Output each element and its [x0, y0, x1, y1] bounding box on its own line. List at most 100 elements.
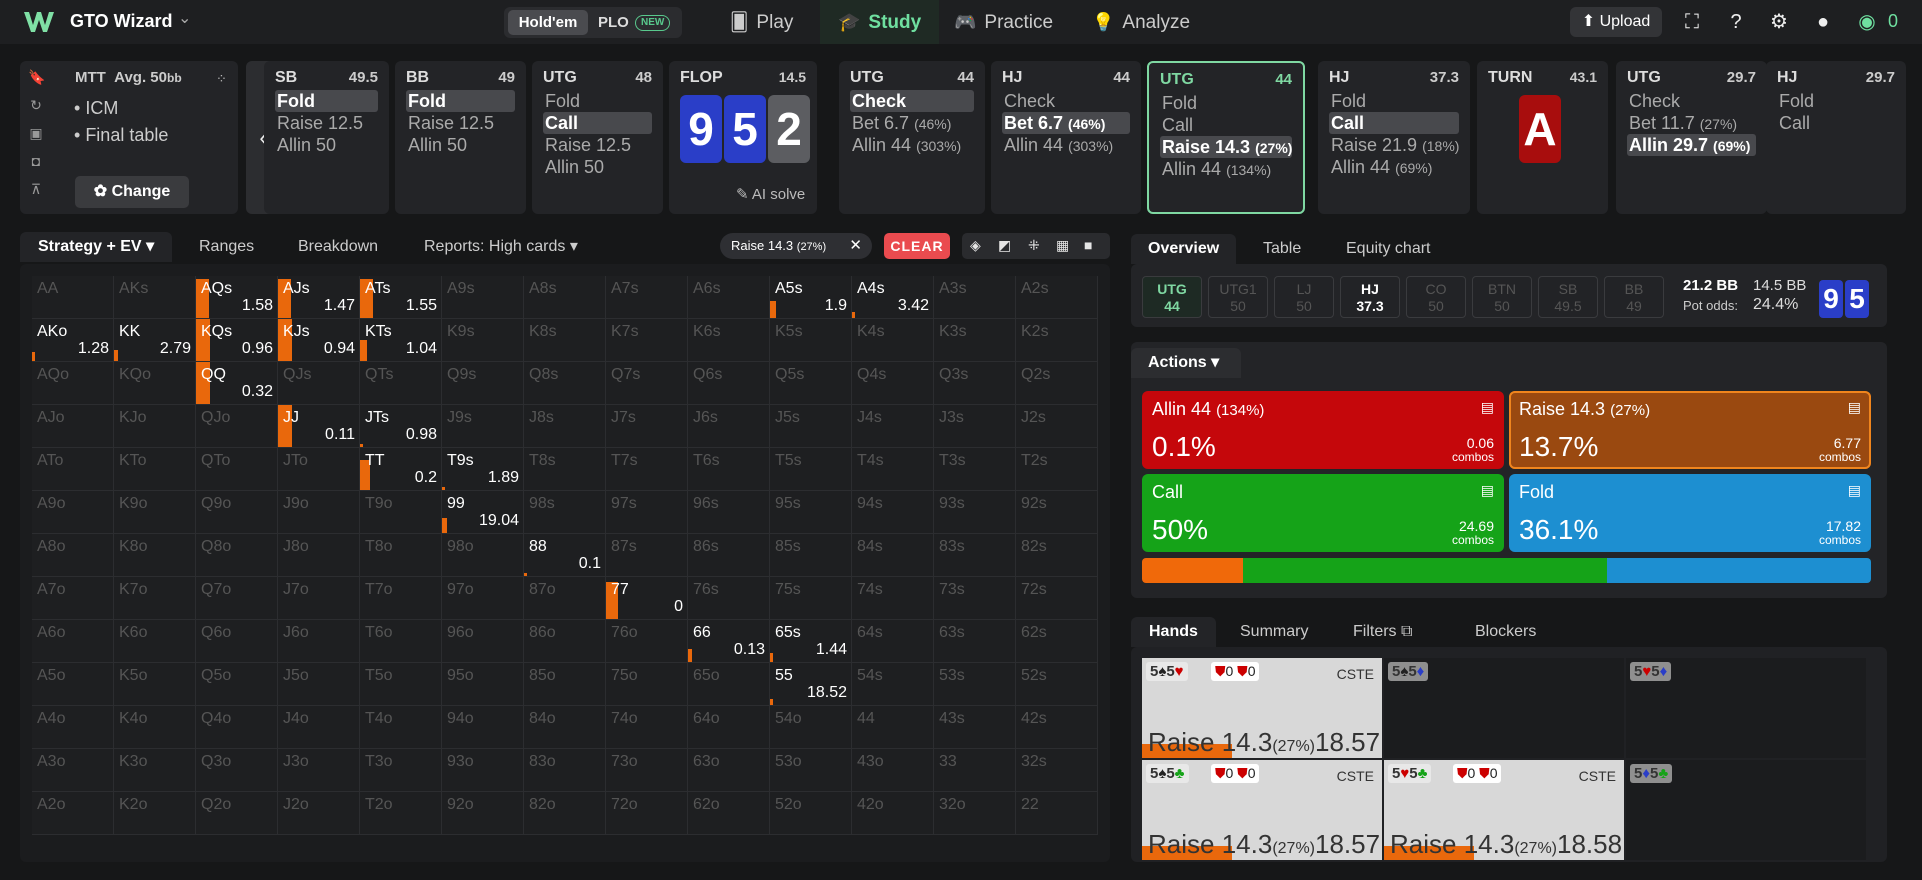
position-co[interactable]: CO 50 — [1406, 276, 1466, 318]
position-sb[interactable]: SB 49.5 — [1538, 276, 1598, 318]
hand-cell-AQs[interactable]: AQs 1.58 — [196, 276, 278, 319]
hand-cell-Q3o[interactable]: Q3o — [196, 749, 278, 792]
clear-button[interactable]: CLEAR — [884, 233, 950, 259]
hand-cell-KQs[interactable]: KQs 0.96 — [196, 319, 278, 362]
hand-cell-KJo[interactable]: KJo — [114, 405, 196, 448]
hand-cell-A4s[interactable]: A4s 3.42 — [852, 276, 934, 319]
hand-cell-53o[interactable]: 53o — [770, 749, 852, 792]
hand-cell-ATo[interactable]: ATo — [32, 448, 114, 491]
hand-cell-T3o[interactable]: T3o — [360, 749, 442, 792]
hand-cell-42s[interactable]: 42s — [1016, 706, 1098, 749]
hand-cell-K9o[interactable]: K9o — [114, 491, 196, 534]
hand-cell-QQ[interactable]: QQ 0.32 — [196, 362, 278, 405]
hand-cell-99[interactable]: 99 19.04 — [442, 491, 524, 534]
action-node-2[interactable]: UTG 48 Fold Call Raise 12.5 Allin 50 — [532, 61, 663, 214]
hand-cell-42o[interactable]: 42o — [852, 792, 934, 835]
hand-cell-73o[interactable]: 73o — [606, 749, 688, 792]
hand-cell-86o[interactable]: 86o — [524, 620, 606, 663]
tab-ranges[interactable]: Ranges — [181, 232, 272, 262]
node-option[interactable]: Allin 44 (134%) — [1160, 158, 1292, 180]
history-icon[interactable]: ↻ — [28, 97, 44, 113]
hand-cell-J9s[interactable]: J9s — [442, 405, 524, 448]
nav-study[interactable]: 🎓 Study — [820, 0, 940, 44]
hand-cell-K7o[interactable]: K7o — [114, 577, 196, 620]
hand-cell-64s[interactable]: 64s — [852, 620, 934, 663]
coin-icon[interactable]: ◉ — [1854, 9, 1880, 35]
hand-cell-Q2o[interactable]: Q2o — [196, 792, 278, 835]
details-icon[interactable]: ▤ — [1848, 482, 1861, 499]
hand-cell-94o[interactable]: 94o — [442, 706, 524, 749]
hand-cell-JTs[interactable]: JTs 0.98 — [360, 405, 442, 448]
hand-cell-64o[interactable]: 64o — [688, 706, 770, 749]
hand-cell-93o[interactable]: 93o — [442, 749, 524, 792]
hand-cell-J8o[interactable]: J8o — [278, 534, 360, 577]
hand-combo-cell[interactable]: 5♥5♣ ⛊0 ⛊0 CSTE Raise 14.3(27%)18.58 — [1384, 760, 1624, 860]
action-node-5[interactable]: UTG 44 Fold Call Raise 14.3 (27%) Allin 44 (1… — [1147, 61, 1305, 214]
gear-icon[interactable]: ⚙ — [1766, 9, 1792, 35]
hand-cell-K3s[interactable]: K3s — [934, 319, 1016, 362]
hand-cell-K8s[interactable]: K8s — [524, 319, 606, 362]
hand-cell-TT[interactable]: TT 0.2 — [360, 448, 442, 491]
node-option[interactable]: Allin 44 (69%) — [1329, 156, 1459, 178]
hand-cell-AA[interactable]: AA — [32, 276, 114, 319]
hand-cell-J5o[interactable]: J5o — [278, 663, 360, 706]
hand-combo-cell[interactable]: 5♥5♦ — [1626, 658, 1866, 758]
node-option[interactable]: Allin 29.7 (69%) — [1627, 134, 1756, 156]
hand-cell-66[interactable]: 66 0.13 — [688, 620, 770, 663]
hand-cell-A9o[interactable]: A9o — [32, 491, 114, 534]
tab-blockers[interactable]: Blockers — [1457, 617, 1554, 647]
node-option[interactable]: Raise 12.5 — [543, 134, 652, 156]
node-option[interactable]: Raise 12.5 — [406, 112, 515, 134]
hand-cell-K6o[interactable]: K6o — [114, 620, 196, 663]
node-option[interactable]: Check — [1627, 90, 1756, 112]
position-hj[interactable]: HJ 37.3 — [1340, 276, 1400, 318]
node-option[interactable]: Fold — [543, 90, 652, 112]
hand-cell-K6s[interactable]: K6s — [688, 319, 770, 362]
hand-cell-82s[interactable]: 82s — [1016, 534, 1098, 577]
action-node-0[interactable]: SB 49.5 Fold Raise 12.5 Allin 50 — [264, 61, 389, 214]
filter-chip[interactable]: Raise 14.3 (27%) ✕ — [720, 233, 872, 259]
hand-cell-74o[interactable]: 74o — [606, 706, 688, 749]
hand-cell-A7o[interactable]: A7o — [32, 577, 114, 620]
settings-dots-icon[interactable]: ⁘ — [216, 71, 227, 87]
hand-cell-ATs[interactable]: ATs 1.55 — [360, 276, 442, 319]
hand-cell-J2s[interactable]: J2s — [1016, 405, 1098, 448]
hand-cell-Q7o[interactable]: Q7o — [196, 577, 278, 620]
hand-cell-32s[interactable]: 32s — [1016, 749, 1098, 792]
hand-cell-86s[interactable]: 86s — [688, 534, 770, 577]
turn-card[interactable]: TURN 43.1 A — [1477, 61, 1608, 214]
tab-summary[interactable]: Summary — [1222, 617, 1326, 647]
hand-cell-T4s[interactable]: T4s — [852, 448, 934, 491]
position-utg1[interactable]: UTG1 50 — [1208, 276, 1268, 318]
hand-cell-Q4s[interactable]: Q4s — [852, 362, 934, 405]
hand-cell-J7s[interactable]: J7s — [606, 405, 688, 448]
hand-cell-98s[interactable]: 98s — [524, 491, 606, 534]
details-icon[interactable]: ▤ — [1481, 399, 1494, 416]
change-button[interactable]: ✿ Change — [75, 176, 189, 208]
action-node-6[interactable]: HJ 37.3 Fold Call Raise 21.9 (18%) Allin 44 (… — [1318, 61, 1470, 214]
action-node-3[interactable]: UTG 44 Check Bet 6.7 (46%) Allin 44 (303%) — [839, 61, 985, 214]
hand-cell-77[interactable]: 77 0 — [606, 577, 688, 620]
hand-cell-92s[interactable]: 92s — [1016, 491, 1098, 534]
hand-cell-Q5o[interactable]: Q5o — [196, 663, 278, 706]
hand-cell-A5s[interactable]: A5s 1.9 — [770, 276, 852, 319]
screenshot-icon[interactable]: ⛶ — [1679, 9, 1705, 35]
node-option[interactable]: Fold — [275, 90, 378, 112]
action-node-8[interactable]: HJ 29.7 Fold Call — [1766, 61, 1906, 214]
hand-cell-KK[interactable]: KK 2.79 — [114, 319, 196, 362]
hand-cell-T5o[interactable]: T5o — [360, 663, 442, 706]
hand-combo-cell[interactable]: 5♠5♥ ⛊0 ⛊0 CSTE Raise 14.3(27%)18.57 — [1142, 658, 1382, 758]
hand-cell-95s[interactable]: 95s — [770, 491, 852, 534]
hand-cell-K7s[interactable]: K7s — [606, 319, 688, 362]
details-icon[interactable]: ▤ — [1848, 399, 1861, 416]
hand-cell-J3o[interactable]: J3o — [278, 749, 360, 792]
tab-filters[interactable]: Filters ⧉ — [1335, 617, 1430, 647]
hand-cell-A6o[interactable]: A6o — [32, 620, 114, 663]
node-option[interactable]: Call — [543, 112, 652, 134]
hand-cell-T7s[interactable]: T7s — [606, 448, 688, 491]
node-option[interactable]: Bet 6.7 (46%) — [850, 112, 974, 134]
hand-cell-96s[interactable]: 96s — [688, 491, 770, 534]
hand-cell-K4o[interactable]: K4o — [114, 706, 196, 749]
hand-cell-Q6o[interactable]: Q6o — [196, 620, 278, 663]
node-option[interactable]: Fold — [406, 90, 515, 112]
